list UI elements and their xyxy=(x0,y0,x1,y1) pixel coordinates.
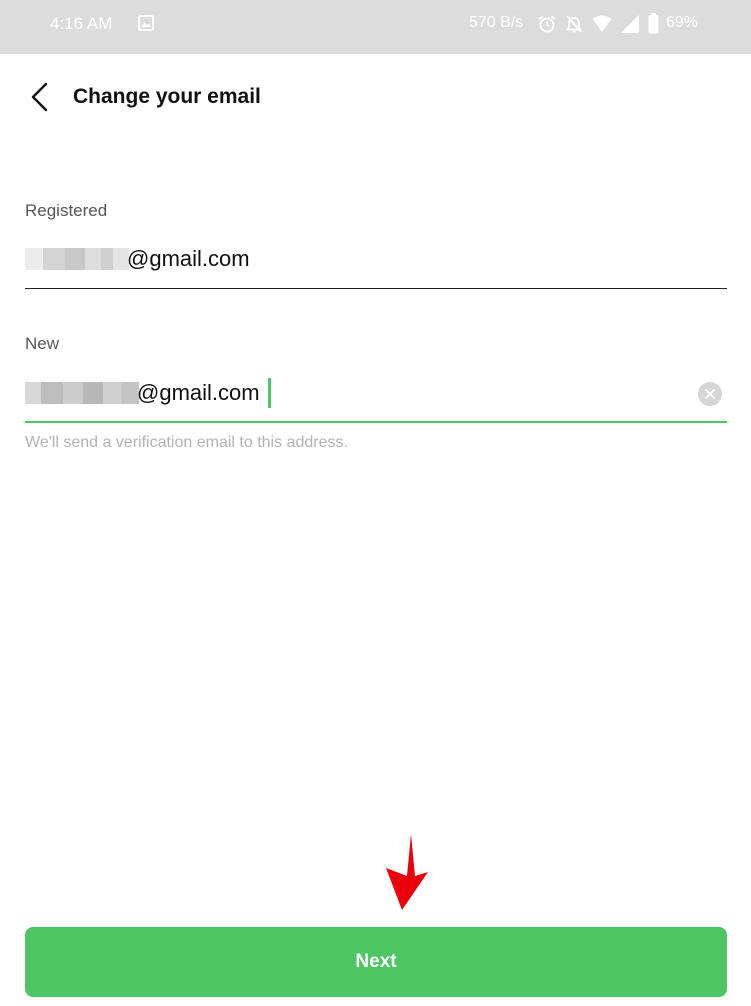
new-email-text: @gmail.com xyxy=(137,380,260,405)
text-cursor xyxy=(268,378,271,408)
registered-label: Registered xyxy=(25,201,108,220)
battery-icon xyxy=(648,13,659,34)
registered-email-field: @gmail.com xyxy=(25,238,727,289)
new-email-input[interactable]: @gmail.com xyxy=(25,372,727,423)
page-title: Change your email xyxy=(73,85,261,108)
arrow-down-icon xyxy=(386,834,428,910)
chevron-left-icon[interactable] xyxy=(24,80,58,114)
wifi-icon xyxy=(592,15,612,32)
signal-icon xyxy=(621,15,639,33)
new-email-label: New xyxy=(25,334,60,353)
change-email-screen: 4:16 AM 570 B/s 69% Change your email Re… xyxy=(0,0,751,1006)
redacted-email-prefix xyxy=(25,382,139,404)
header-bar: Change your email xyxy=(0,54,751,142)
status-time: 4:16 AM xyxy=(50,14,113,33)
mute-icon xyxy=(565,15,583,33)
registered-email-text: @gmail.com xyxy=(127,246,250,271)
redacted-email-prefix xyxy=(25,248,129,270)
next-button[interactable]: Next xyxy=(25,927,727,997)
clear-icon[interactable] xyxy=(698,382,722,406)
battery-percent: 69% xyxy=(666,14,699,31)
image-icon xyxy=(138,15,154,31)
status-bar: 4:16 AM 570 B/s 69% xyxy=(0,0,751,54)
network-speed: 570 B/s xyxy=(469,14,524,31)
helper-text: We'll send a verification email to this … xyxy=(25,434,348,451)
alarm-icon xyxy=(538,15,556,33)
